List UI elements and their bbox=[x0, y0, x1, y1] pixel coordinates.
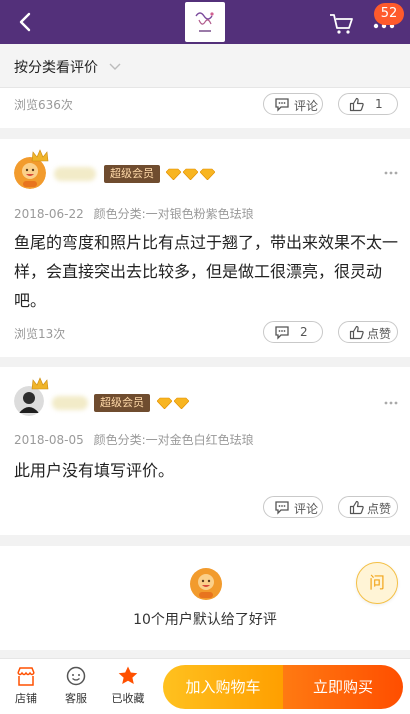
review-variant: 颜色分类:一对金色白红色珐琅 bbox=[93, 433, 254, 447]
comment-label: 评论 bbox=[294, 502, 319, 516]
review-date: 2018-06-22 bbox=[14, 207, 84, 221]
cart-count-badge: 52 bbox=[374, 3, 404, 25]
comment-count: 2 bbox=[300, 325, 308, 339]
more-options-icon[interactable] bbox=[384, 401, 398, 405]
default-reviews-text: 10个用户默认给了好评 bbox=[133, 612, 277, 628]
more-options-icon[interactable] bbox=[384, 171, 398, 175]
diamond-icon bbox=[183, 168, 198, 180]
review-text: 此用户没有填写评价。 bbox=[14, 461, 175, 480]
filter-label: 按分类看评价 bbox=[14, 60, 98, 76]
review-date: 2018-08-05 bbox=[14, 433, 84, 447]
like-count: 1 bbox=[375, 97, 383, 111]
mascot-icon bbox=[190, 568, 222, 600]
favorite-button[interactable]: 已收藏 bbox=[106, 665, 150, 706]
review-card: 超级会员 2018-06-22 颜色分类:一对银色粉紫色珐琅 鱼尾的弯度和照片比… bbox=[0, 139, 410, 357]
review-text: 鱼尾的弯度和照片比有点过于翘了，带出来效果不太一样，会直接突出去比较多，但是做工… bbox=[14, 233, 399, 310]
back-arrow-icon[interactable] bbox=[14, 10, 38, 34]
customer-service-icon bbox=[66, 666, 86, 686]
top-nav-bar: 52 bbox=[0, 0, 410, 44]
username-masked bbox=[52, 396, 88, 410]
shop-icon bbox=[17, 667, 35, 686]
like-label: 点赞 bbox=[367, 327, 392, 341]
diamond-icon bbox=[166, 168, 181, 180]
bottom-action-bar: 店铺 客服 已收藏 加入购物车 立即购买 bbox=[0, 658, 410, 714]
shop-label: 店铺 bbox=[15, 692, 37, 705]
comment-icon bbox=[275, 501, 289, 515]
chevron-down-icon bbox=[109, 63, 121, 70]
review-card: 超级会员 2018-08-05 颜色分类:一对金色白红色珐琅 此用户没有填写评价… bbox=[0, 367, 410, 535]
like-button[interactable]: 点赞 bbox=[338, 321, 398, 343]
review-filter-bar[interactable]: 按分类看评价 bbox=[0, 44, 410, 88]
comment-label: 评论 bbox=[294, 99, 319, 113]
shop-logo-mark-icon bbox=[195, 12, 214, 32]
thumbs-up-icon bbox=[349, 500, 364, 515]
comment-button[interactable]: 2 bbox=[263, 321, 323, 343]
review-meta: 2018-08-05 颜色分类:一对金色白红色珐琅 bbox=[14, 431, 254, 448]
like-button[interactable]: 点赞 bbox=[338, 496, 398, 518]
comment-button[interactable]: 评论 bbox=[263, 93, 323, 115]
shop-button[interactable]: 店铺 bbox=[6, 665, 46, 706]
comment-icon bbox=[275, 326, 289, 340]
customer-service-label: 客服 bbox=[65, 692, 87, 705]
view-count: 浏览636次 bbox=[14, 98, 73, 112]
vip-badge: 超级会员 bbox=[104, 165, 160, 183]
diamond-icon bbox=[157, 397, 172, 409]
comment-button[interactable]: 评论 bbox=[263, 496, 323, 518]
comment-icon bbox=[275, 98, 289, 112]
like-button[interactable]: 1 bbox=[338, 93, 398, 115]
previous-review-footer: 浏览636次 评论 1 bbox=[0, 88, 410, 128]
diamond-icon bbox=[174, 397, 189, 409]
username-masked bbox=[54, 167, 96, 181]
vip-badge: 超级会员 bbox=[94, 394, 150, 412]
customer-service-button[interactable]: 客服 bbox=[56, 665, 96, 706]
buy-now-button[interactable]: 立即购买 bbox=[283, 665, 403, 709]
default-reviews-summary[interactable]: 10个用户默认给了好评 bbox=[0, 546, 410, 650]
cart-icon[interactable] bbox=[328, 12, 354, 36]
thumbs-up-icon bbox=[349, 325, 364, 340]
crown-icon bbox=[31, 377, 49, 390]
thumbs-up-icon bbox=[349, 97, 364, 112]
add-to-cart-button[interactable]: 加入购物车 bbox=[163, 665, 283, 709]
review-variant: 颜色分类:一对银色粉紫色珐琅 bbox=[93, 207, 254, 221]
favorite-label: 已收藏 bbox=[111, 692, 145, 705]
like-label: 点赞 bbox=[367, 502, 392, 516]
view-count: 浏览13次 bbox=[14, 327, 66, 341]
review-meta: 2018-06-22 颜色分类:一对银色粉紫色珐琅 bbox=[14, 205, 254, 222]
crown-icon bbox=[31, 149, 49, 162]
ask-question-button[interactable]: 问 bbox=[356, 562, 398, 604]
diamond-icon bbox=[200, 168, 215, 180]
star-icon bbox=[118, 666, 138, 684]
shop-logo[interactable] bbox=[185, 2, 225, 42]
